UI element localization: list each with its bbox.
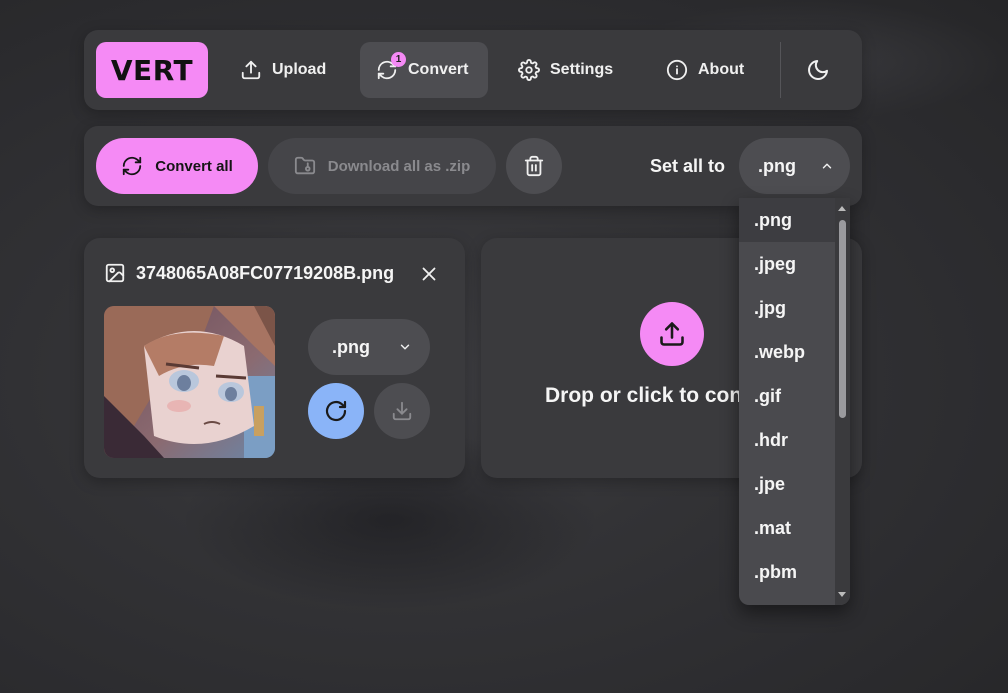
format-dropdown-list: .png .jpeg .jpg .webp .gif .hdr .jpe .ma…	[739, 198, 850, 605]
chevron-down-icon	[400, 344, 410, 350]
nav-about-label: About	[698, 61, 745, 78]
nav-convert[interactable]: 1 Convert	[360, 42, 488, 98]
file-thumbnail	[104, 306, 275, 458]
convert-file-button[interactable]	[308, 383, 364, 439]
close-icon	[422, 267, 436, 281]
gear-icon	[518, 59, 540, 81]
nav-convert-label: Convert	[408, 61, 469, 78]
format-option[interactable]: .gif	[739, 374, 850, 418]
theme-toggle-button[interactable]	[806, 58, 830, 82]
download-file-button[interactable]	[374, 383, 430, 439]
nav-upload-label: Upload	[272, 61, 327, 78]
format-option[interactable]: .hdr	[739, 418, 850, 462]
upload-icon	[640, 302, 704, 366]
nav-about[interactable]: About	[650, 42, 760, 98]
convert-icon	[123, 156, 142, 176]
format-option[interactable]: .webp	[739, 330, 850, 374]
navbar: VERT Upload 1 Convert Settings About	[84, 30, 862, 110]
set-all-format-select[interactable]: .png	[739, 138, 850, 194]
download-zip-button[interactable]: Download all as .zip	[268, 138, 496, 194]
convert-icon: 1	[376, 52, 406, 81]
scroll-up-arrow[interactable]	[838, 206, 846, 211]
format-option[interactable]: .jpg	[739, 286, 850, 330]
download-zip-label: Download all as .zip	[327, 157, 471, 175]
remove-file-button[interactable]	[418, 263, 440, 285]
convert-all-label: Convert all	[155, 157, 233, 175]
convert-all-button[interactable]: Convert all	[96, 138, 258, 194]
upload-icon	[240, 59, 262, 81]
toolbar: Convert all Download all as .zip Set all…	[84, 126, 862, 206]
format-option[interactable]: .jpeg	[739, 242, 850, 286]
scroll-down-arrow[interactable]	[838, 592, 846, 597]
refresh-icon	[325, 400, 347, 422]
nav-settings-label: Settings	[550, 61, 614, 78]
moon-icon	[808, 60, 828, 80]
file-card: 3748065A08FC07719208B.png .png	[84, 238, 465, 478]
scroll-thumb[interactable]	[839, 220, 846, 418]
format-option[interactable]: .mat	[739, 506, 850, 550]
convert-count-badge: 1	[391, 52, 406, 67]
delete-all-button[interactable]	[506, 138, 562, 194]
file-format-value: .png	[332, 336, 370, 357]
nav-settings[interactable]: Settings	[502, 42, 626, 98]
nav-upload[interactable]: Upload	[224, 42, 344, 98]
format-option[interactable]: .png	[739, 198, 850, 242]
file-name: 3748065A08FC07719208B.png	[136, 262, 395, 283]
set-all-format-value: .png	[758, 155, 796, 176]
info-icon	[666, 59, 688, 81]
file-format-select[interactable]: .png	[308, 319, 430, 375]
format-option[interactable]: .jpe	[739, 462, 850, 506]
download-icon	[392, 401, 412, 421]
image-icon	[105, 263, 125, 283]
set-all-label: Set all to	[650, 156, 726, 176]
vert-logo[interactable]: VERT	[96, 42, 208, 98]
trash-icon	[524, 155, 544, 177]
nav-divider	[780, 42, 781, 98]
folder-archive-icon	[294, 156, 315, 175]
file-title: 3748065A08FC07719208B.png	[104, 262, 404, 284]
chevron-up-icon	[822, 163, 832, 169]
dropdown-scrollbar[interactable]	[835, 198, 850, 605]
format-option[interactable]: .pbm	[739, 550, 850, 594]
